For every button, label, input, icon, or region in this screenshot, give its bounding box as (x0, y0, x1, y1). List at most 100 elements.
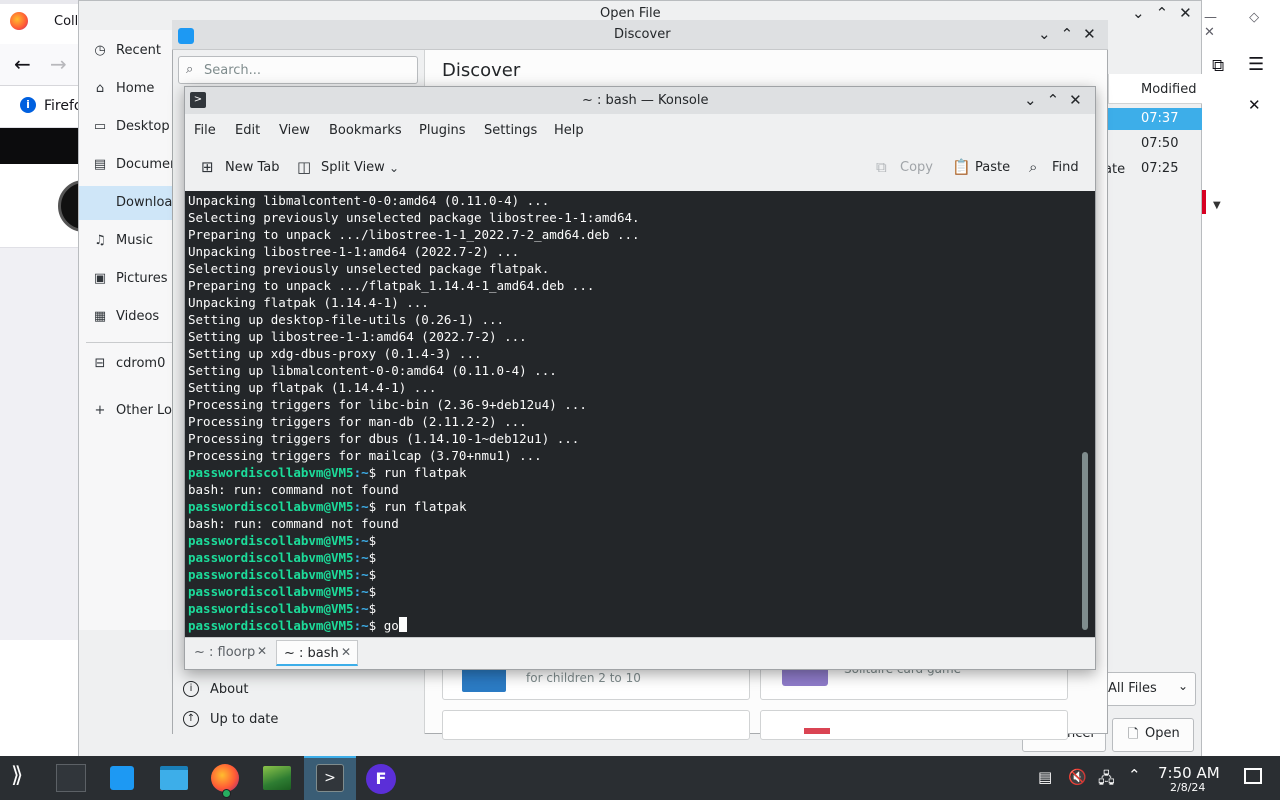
app-card[interactable] (760, 710, 1068, 740)
terminal-prompt-line: passwordiscollabvm@VM5:~$ go (188, 617, 1078, 634)
terminal-command: run flatpak (383, 499, 467, 514)
chevron-down-icon[interactable]: ⌄ (389, 161, 399, 175)
terminal-line: Unpacking libostree-1-1:amd64 (2022.7-2)… (188, 244, 520, 259)
tab-floorp[interactable]: ~ : floorp ✕ (187, 640, 273, 666)
places-item-recent[interactable]: ◷ Recent (92, 43, 161, 58)
firefox-notification-text: Firefo (44, 98, 83, 114)
discover-title: Discover (614, 27, 671, 42)
terminal-prompt-line: passwordiscollabvm@VM5:~$ (188, 549, 1078, 566)
sidebar-item-about[interactable]: About (210, 682, 248, 697)
discover-icon (110, 766, 134, 790)
terminal-line: Processing triggers for man-db (2.11.2-2… (188, 414, 527, 429)
terminal-line: Setting up flatpak (1.14.4-1) ... (188, 380, 437, 395)
prompt-user: passwordiscollabvm@VM5 (188, 550, 354, 565)
places-item-documents[interactable]: ▤ Documen (92, 157, 178, 172)
app-icon (804, 728, 830, 734)
prompt-path: :~ (353, 533, 369, 548)
prompt-suffix: $ (368, 465, 384, 480)
menu-bookmarks[interactable]: Bookmarks (329, 123, 402, 138)
paste-icon[interactable]: 📋 (952, 158, 971, 176)
minimize-icon[interactable]: ⌄ (1038, 25, 1051, 43)
clipboard-icon[interactable]: ▤ (1038, 768, 1052, 786)
close-icon[interactable]: ✕ (1248, 96, 1261, 114)
places-item-videos[interactable]: ▦ Videos (92, 309, 159, 324)
places-item-music[interactable]: ♫ Music (92, 233, 153, 248)
network-icon[interactable]: 🖧 (1098, 768, 1115, 793)
konsole-window-controls: ⌄ ⌃ ✕ (1024, 91, 1092, 109)
firefox-tab-title: Coll (54, 14, 79, 29)
close-icon[interactable]: ✕ (1179, 4, 1192, 22)
find-button[interactable]: Find (1052, 160, 1079, 175)
terminal-line: Setting up xdg-dbus-proxy (0.1.4-3) ... (188, 346, 482, 361)
tab-label: ~ : floorp (194, 645, 256, 660)
places-item-pictures[interactable]: ▣ Pictures (92, 271, 168, 286)
forward-arrow-icon[interactable]: → (50, 52, 67, 76)
prompt-user: passwordiscollabvm@VM5 (188, 499, 354, 514)
menu-file[interactable]: File (194, 123, 216, 138)
volume-muted-icon[interactable]: 🔇 (1068, 768, 1087, 786)
close-icon[interactable]: ✕ (1083, 25, 1096, 43)
minimize-icon[interactable]: ⌄ (1132, 4, 1145, 22)
prompt-suffix: $ (368, 499, 384, 514)
menu-help[interactable]: Help (554, 123, 584, 138)
terminal-prompt-line: passwordiscollabvm@VM5:~$ (188, 566, 1078, 583)
terminal-line: Setting up desktop-file-utils (0.26-1) .… (188, 312, 505, 327)
terminal-line: Selecting previously unselected package … (188, 261, 550, 276)
info-icon: i (183, 681, 199, 697)
maximize-icon[interactable]: ⌃ (1061, 25, 1074, 43)
search-icon[interactable]: ⌕ (1029, 158, 1037, 176)
app-card-summary: for children 2 to 10 (526, 671, 641, 685)
clock-time[interactable]: 7:50 AM (1158, 764, 1220, 782)
terminal-line: Preparing to unpack .../libostree-1-1_20… (188, 227, 640, 242)
extensions-icon[interactable]: ⧉ (1212, 56, 1224, 76)
close-icon[interactable]: ✕ (341, 645, 351, 659)
places-item-desktop[interactable]: ▭ Desktop (92, 119, 170, 134)
new-tab-icon[interactable]: ⊞ (201, 158, 214, 176)
new-tab-button[interactable]: New Tab (225, 160, 280, 175)
menu-view[interactable]: View (279, 123, 310, 138)
firefox-window-controls[interactable]: — ◇ ✕ (1204, 10, 1280, 40)
terminal-output: Unpacking libmalcontent-0-0:amd64 (0.11.… (188, 192, 1078, 634)
launcher-icon: ⟫ (11, 763, 24, 788)
places-item-downloads[interactable]: Downloa (92, 195, 172, 210)
prompt-path: :~ (353, 601, 369, 616)
minimize-icon[interactable]: ⌄ (1024, 91, 1037, 109)
menu-settings[interactable]: Settings (484, 123, 537, 138)
terminal-line: bash: run: command not found (188, 516, 399, 531)
places-item-home[interactable]: ⌂ Home (92, 81, 155, 96)
menu-edit[interactable]: Edit (235, 123, 260, 138)
show-desktop-icon[interactable] (1244, 768, 1262, 784)
close-icon[interactable]: ✕ (257, 644, 267, 658)
places-item-cdrom0[interactable]: ⊟ cdrom0 (92, 356, 166, 371)
hamburger-menu-icon[interactable]: ☰ (1248, 54, 1264, 75)
prompt-path: :~ (353, 465, 369, 480)
clock-date[interactable]: 2/8/24 (1170, 781, 1205, 794)
maximize-icon[interactable]: ⌃ (1047, 91, 1060, 109)
chevron-down-icon[interactable]: ▼ (1213, 200, 1221, 211)
maximize-icon[interactable]: ⌃ (1156, 4, 1169, 22)
konsole-app-icon: > (190, 92, 206, 108)
copy-icon: ⧉ (876, 158, 887, 176)
app-card[interactable] (442, 710, 750, 740)
terminal-scrollbar[interactable] (1082, 452, 1088, 630)
copy-button[interactable]: Copy (900, 160, 933, 175)
menu-plugins[interactable]: Plugins (419, 123, 466, 138)
search-icon: ⌕ (186, 62, 194, 77)
chevron-up-icon[interactable]: ⌃ (1128, 766, 1141, 784)
sidebar-item-updates[interactable]: Up to date (210, 712, 278, 727)
paste-button[interactable]: Paste (975, 160, 1010, 175)
drive-icon: ⊟ (94, 356, 106, 371)
places-item-other-locations[interactable]: + Other Lo (92, 403, 172, 418)
split-view-button[interactable]: Split View (321, 160, 385, 175)
back-arrow-icon[interactable]: ← (14, 52, 31, 76)
split-view-icon[interactable]: ◫ (297, 158, 311, 176)
chevron-down-icon: ⌄ (1178, 679, 1189, 693)
prompt-suffix: $ (368, 601, 384, 616)
file-modified-time: 07:25 (1141, 161, 1179, 176)
close-icon[interactable]: ✕ (1069, 91, 1082, 109)
prompt-suffix: $ (368, 584, 384, 599)
prompt-user: passwordiscollabvm@VM5 (188, 567, 354, 582)
tab-bash[interactable]: ~ : bash ✕ (276, 640, 358, 666)
terminal-prompt-line: passwordiscollabvm@VM5:~$ run flatpak (188, 464, 1078, 481)
terminal-line: Unpacking libmalcontent-0-0:amd64 (0.11.… (188, 193, 550, 208)
